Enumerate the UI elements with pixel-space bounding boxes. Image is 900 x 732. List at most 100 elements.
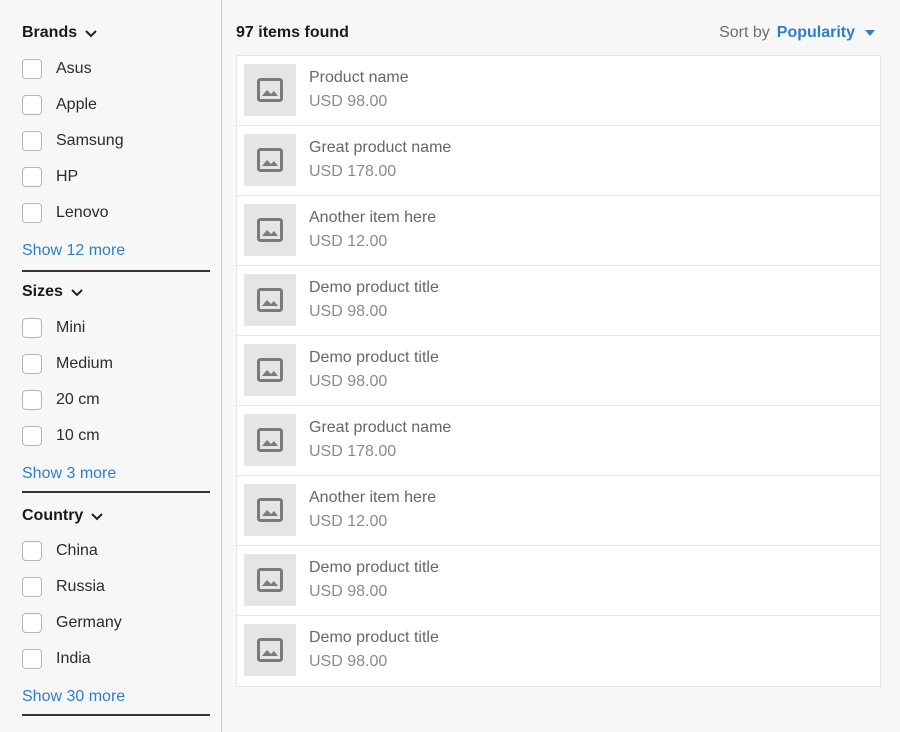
product-name[interactable]: Great product name bbox=[309, 138, 451, 158]
checkbox[interactable] bbox=[22, 613, 42, 633]
option-label: Lenovo bbox=[56, 204, 109, 221]
product-row[interactable]: Demo product title USD 98.00 bbox=[237, 546, 880, 616]
filter-option-china[interactable]: China bbox=[22, 533, 210, 569]
product-row[interactable]: Great product name USD 178.00 bbox=[237, 126, 880, 196]
checkbox[interactable] bbox=[22, 390, 42, 410]
checkbox[interactable] bbox=[22, 318, 42, 338]
filter-header-brands[interactable]: Brands bbox=[22, 22, 210, 44]
product-row[interactable]: Demo product title USD 98.00 bbox=[237, 336, 880, 406]
checkbox[interactable] bbox=[22, 59, 42, 79]
product-row[interactable]: Great product name USD 178.00 bbox=[237, 406, 880, 476]
checkbox[interactable] bbox=[22, 649, 42, 669]
product-info: Great product name USD 178.00 bbox=[309, 138, 451, 182]
chevron-down-icon bbox=[70, 285, 84, 299]
filter-option-russia[interactable]: Russia bbox=[22, 569, 210, 605]
checkbox[interactable] bbox=[22, 167, 42, 187]
product-price: USD 98.00 bbox=[309, 373, 388, 390]
product-info: Demo product title USD 98.00 bbox=[309, 558, 439, 602]
checkbox[interactable] bbox=[22, 131, 42, 151]
show-more-sizes-link[interactable]: Show 3 more bbox=[22, 463, 210, 485]
filter-option-asus[interactable]: Asus bbox=[22, 51, 210, 87]
product-price: USD 98.00 bbox=[309, 653, 388, 670]
product-row[interactable]: Another item here USD 12.00 bbox=[237, 196, 880, 266]
product-price: USD 12.00 bbox=[309, 233, 388, 250]
option-label: 10 cm bbox=[56, 427, 100, 444]
checkbox[interactable] bbox=[22, 541, 42, 561]
option-label: Apple bbox=[56, 96, 97, 113]
checkbox[interactable] bbox=[22, 426, 42, 446]
option-label: India bbox=[56, 650, 91, 667]
option-label: China bbox=[56, 542, 98, 559]
filter-header-country[interactable]: Country bbox=[22, 505, 210, 527]
filter-title: Sizes bbox=[22, 283, 63, 300]
image-placeholder-icon bbox=[244, 344, 296, 396]
filter-option-samsung[interactable]: Samsung bbox=[22, 123, 210, 159]
show-more-brands-link[interactable]: Show 12 more bbox=[22, 240, 210, 262]
product-row[interactable]: Demo product title USD 98.00 bbox=[237, 616, 880, 686]
product-info: Another item here USD 12.00 bbox=[309, 208, 436, 252]
product-info: Demo product title USD 98.00 bbox=[309, 628, 439, 672]
filter-option-lenovo[interactable]: Lenovo bbox=[22, 195, 210, 231]
product-row[interactable]: Another item here USD 12.00 bbox=[237, 476, 880, 546]
product-name[interactable]: Demo product title bbox=[309, 628, 439, 648]
filter-group-country: Country China Russia Germany India Show … bbox=[22, 505, 210, 716]
product-row[interactable]: Product name USD 98.00 bbox=[237, 56, 880, 126]
product-name[interactable]: Great product name bbox=[309, 418, 451, 438]
show-more-country-link[interactable]: Show 30 more bbox=[22, 686, 210, 708]
image-placeholder-icon bbox=[244, 64, 296, 116]
filter-header-sizes[interactable]: Sizes bbox=[22, 281, 210, 303]
product-info: Demo product title USD 98.00 bbox=[309, 348, 439, 392]
filters-sidebar: Brands Asus Apple Samsung HP Lenovo Show… bbox=[0, 0, 222, 732]
filter-option-germany[interactable]: Germany bbox=[22, 605, 210, 641]
filter-option-mini[interactable]: Mini bbox=[22, 310, 210, 346]
product-row[interactable]: Demo product title USD 98.00 bbox=[237, 266, 880, 336]
checkbox[interactable] bbox=[22, 354, 42, 374]
sort-label: Sort by bbox=[719, 24, 770, 41]
sort-control[interactable]: Sort by Popularity bbox=[719, 24, 881, 42]
product-name[interactable]: Another item here bbox=[309, 208, 436, 228]
option-label: HP bbox=[56, 168, 79, 185]
image-placeholder-icon bbox=[244, 134, 296, 186]
option-label: Samsung bbox=[56, 132, 124, 149]
product-listing-page: Brands Asus Apple Samsung HP Lenovo Show… bbox=[0, 0, 900, 732]
filter-group-brands: Brands Asus Apple Samsung HP Lenovo Show… bbox=[22, 22, 210, 272]
image-placeholder-icon bbox=[244, 414, 296, 466]
chevron-down-icon bbox=[90, 509, 104, 523]
product-price: USD 178.00 bbox=[309, 163, 397, 180]
sort-dropdown[interactable]: Popularity bbox=[777, 24, 855, 42]
product-name[interactable]: Demo product title bbox=[309, 278, 439, 298]
results-toolbar: 97 items found Sort by Popularity bbox=[236, 22, 881, 44]
product-info: Demo product title USD 98.00 bbox=[309, 278, 439, 322]
filter-option-india[interactable]: India bbox=[22, 641, 210, 677]
product-price: USD 178.00 bbox=[309, 443, 397, 460]
product-info: Product name USD 98.00 bbox=[309, 68, 409, 112]
chevron-down-icon bbox=[84, 26, 98, 40]
product-price: USD 98.00 bbox=[309, 583, 388, 600]
filter-option-medium[interactable]: Medium bbox=[22, 346, 210, 382]
checkbox[interactable] bbox=[22, 577, 42, 597]
filter-option-20cm[interactable]: 20 cm bbox=[22, 382, 210, 418]
filter-option-hp[interactable]: HP bbox=[22, 159, 210, 195]
items-found-count: 97 items found bbox=[236, 24, 349, 41]
product-price: USD 12.00 bbox=[309, 513, 388, 530]
product-name[interactable]: Another item here bbox=[309, 488, 436, 508]
filter-title: Country bbox=[22, 507, 84, 524]
option-label: 20 cm bbox=[56, 391, 100, 408]
option-label: Medium bbox=[56, 355, 113, 372]
checkbox[interactable] bbox=[22, 95, 42, 115]
filter-title: Brands bbox=[22, 24, 78, 41]
checkbox[interactable] bbox=[22, 203, 42, 223]
product-name[interactable]: Demo product title bbox=[309, 558, 439, 578]
filter-option-apple[interactable]: Apple bbox=[22, 87, 210, 123]
option-label: Germany bbox=[56, 614, 122, 631]
filter-option-10cm[interactable]: 10 cm bbox=[22, 418, 210, 454]
product-name[interactable]: Product name bbox=[309, 68, 409, 88]
option-label: Mini bbox=[56, 319, 86, 336]
caret-down-icon[interactable] bbox=[865, 30, 875, 36]
product-price: USD 98.00 bbox=[309, 93, 388, 110]
product-price: USD 98.00 bbox=[309, 303, 388, 320]
image-placeholder-icon bbox=[244, 274, 296, 326]
image-placeholder-icon bbox=[244, 484, 296, 536]
product-name[interactable]: Demo product title bbox=[309, 348, 439, 368]
product-list: Product name USD 98.00 Great product nam… bbox=[236, 55, 881, 687]
